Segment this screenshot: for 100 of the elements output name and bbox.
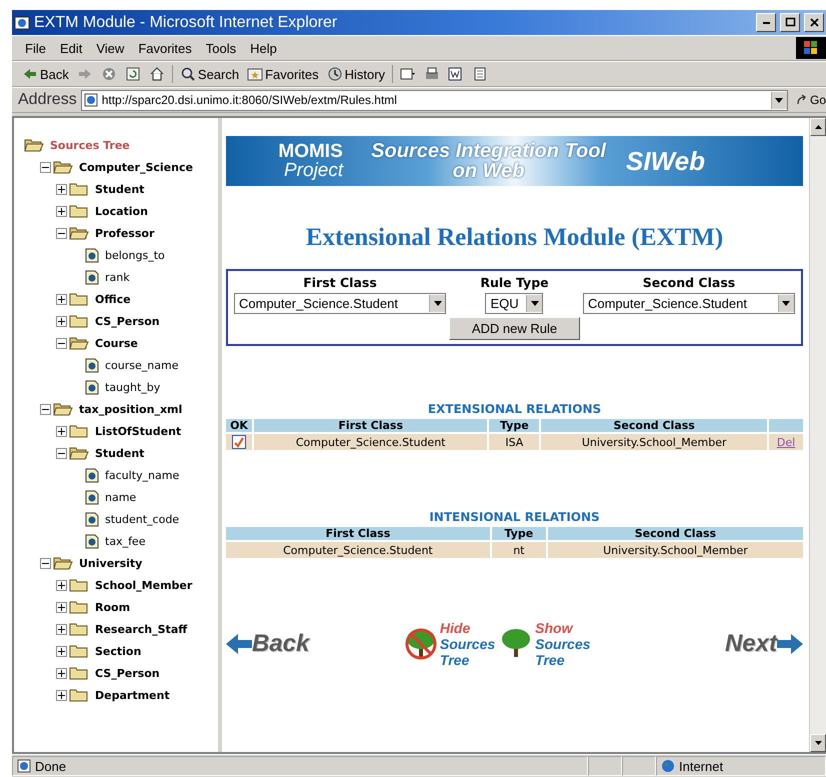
tree-item[interactable]: Location [91, 204, 148, 218]
table-cell: University.School_Member [541, 434, 767, 450]
minimize-button[interactable] [756, 13, 776, 32]
document-w-icon [448, 66, 464, 82]
expand-toggle[interactable] [56, 184, 67, 194]
address-field[interactable]: http://sparc20.dsi.unimo.it:8060/SIWeb/extm/Rules.html [80, 90, 788, 110]
tree-item[interactable]: University [75, 556, 142, 570]
search-icon [180, 66, 196, 82]
page-heading: Extensional Relations Module (EXTM) [304, 224, 724, 252]
tree-item[interactable]: name [101, 490, 136, 504]
add-rule-button[interactable]: ADD new Rule [449, 317, 580, 340]
column-header: Second Class [548, 527, 803, 540]
open-folder-icon [69, 336, 89, 350]
tree-item[interactable]: Student [91, 182, 144, 196]
tree-item[interactable]: CS_Person [91, 666, 160, 680]
column-header: Second Class [541, 419, 767, 432]
folder-icon [69, 644, 89, 658]
dropdown-arrow-icon [530, 301, 539, 306]
expand-toggle[interactable] [56, 206, 67, 216]
menu-item[interactable]: File [18, 40, 53, 56]
forward-arrow-icon [76, 66, 93, 82]
tree-item[interactable]: Office [91, 292, 131, 306]
field-icon [85, 248, 99, 262]
collapse-toggle[interactable] [56, 228, 67, 238]
menu-item[interactable]: Help [243, 40, 284, 56]
printer-icon [424, 66, 440, 82]
go-button[interactable]: Go [788, 93, 826, 107]
open-folder-icon [53, 160, 73, 174]
status-text: Done [35, 758, 66, 774]
tree-item[interactable]: student_code [101, 512, 180, 526]
tree-item[interactable]: School_Member [91, 578, 192, 592]
expand-toggle[interactable] [56, 580, 67, 590]
expand-toggle[interactable] [56, 690, 67, 700]
expand-toggle[interactable] [56, 646, 67, 656]
next-button[interactable]: Next [724, 630, 803, 658]
field-icon [85, 512, 99, 526]
history-button[interactable]: History [322, 66, 390, 82]
show-tree-button[interactable]: Show Sources Tree [499, 620, 590, 668]
banner-text: SIWeb [626, 146, 705, 176]
scrollbar[interactable] [809, 118, 826, 752]
tree-item[interactable]: belongs_to [101, 248, 165, 262]
checkbox[interactable] [232, 435, 246, 449]
tree-item[interactable]: Research_Staff [91, 622, 188, 636]
tree-item[interactable]: ListOfStudent [91, 424, 182, 438]
minimize-icon [762, 22, 770, 24]
collapse-toggle[interactable] [40, 404, 51, 414]
field-icon [85, 270, 99, 284]
expand-toggle[interactable] [56, 426, 67, 436]
field-label: Rule Type [480, 275, 549, 290]
tree-item[interactable]: rank [101, 270, 130, 284]
search-button[interactable]: Search [176, 66, 244, 82]
tree-item[interactable]: tax_fee [101, 534, 146, 548]
favorites-button[interactable]: Favorites [243, 66, 323, 82]
browser-icon [14, 14, 30, 30]
dropdown[interactable]: EQU [485, 293, 544, 314]
collapse-toggle[interactable] [56, 448, 67, 458]
folder-icon [69, 666, 89, 680]
hide-tree-button[interactable]: Hide Sources Tree [404, 620, 496, 668]
dropdown-arrow-icon [775, 98, 784, 102]
back-button[interactable]: Back [226, 630, 310, 658]
menu-item[interactable]: Tools [198, 40, 244, 56]
close-button[interactable] [804, 13, 824, 32]
table-cell: nt [492, 542, 546, 558]
back-button[interactable]: Back [18, 66, 73, 82]
tree-item[interactable]: Course [91, 336, 138, 350]
dropdown[interactable]: Computer_Science.Student [582, 293, 795, 314]
menu-item[interactable]: Favorites [131, 40, 199, 56]
expand-toggle[interactable] [56, 602, 67, 612]
folder-icon [69, 688, 89, 702]
open-folder-icon [24, 138, 44, 152]
expand-toggle[interactable] [56, 624, 67, 634]
collapse-toggle[interactable] [40, 162, 51, 172]
open-folder-icon [53, 556, 73, 570]
tree-item[interactable]: Department [91, 688, 170, 702]
tree-item[interactable]: taught_by [101, 380, 160, 394]
dropdown[interactable]: Computer_Science.Student [234, 293, 446, 314]
banner-text: on Web [452, 161, 524, 181]
column-header: First Class [226, 527, 490, 540]
menu-item[interactable]: View [89, 40, 132, 56]
tree-item[interactable]: CS_Person [91, 314, 160, 328]
tree-item[interactable]: Section [91, 644, 142, 658]
maximize-button[interactable] [780, 13, 800, 32]
field-label: First Class [303, 275, 377, 290]
expand-toggle[interactable] [56, 668, 67, 678]
collapse-toggle[interactable] [40, 558, 51, 568]
left-arrow-icon [226, 632, 252, 656]
tree-item[interactable]: Student [91, 446, 144, 460]
back-arrow-icon [22, 66, 38, 82]
menu-item[interactable]: Edit [52, 40, 90, 56]
tree-item[interactable]: Computer_Science [75, 160, 193, 174]
expand-toggle[interactable] [56, 294, 67, 304]
tree-item[interactable]: faculty_name [101, 468, 180, 482]
table-cell: ISA [489, 434, 540, 450]
expand-toggle[interactable] [56, 316, 67, 326]
column-header: OK [226, 419, 252, 432]
tree-item[interactable]: tax_position_xml [75, 402, 182, 416]
tree-item[interactable]: Room [91, 600, 130, 614]
collapse-toggle[interactable] [56, 338, 67, 348]
tree-item[interactable]: course_name [101, 358, 178, 372]
tree-item[interactable]: Professor [91, 226, 154, 240]
